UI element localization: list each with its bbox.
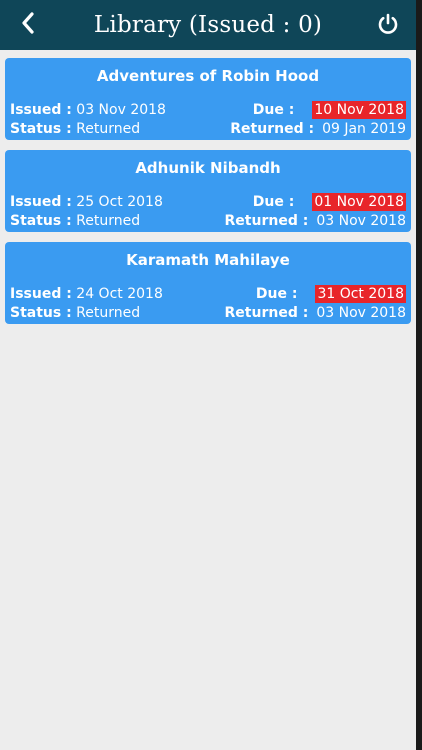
book-issue-row: Issued : 03 Nov 2018 Due : 10 Nov 2018 [10,100,406,119]
book-card[interactable]: Adventures of Robin Hood Issued : 03 Nov… [5,58,411,140]
book-status-row: Status : Returned Returned : 03 Nov 2018 [10,211,406,230]
logout-button[interactable] [376,12,400,36]
book-status-row: Status : Returned Returned : 03 Nov 2018 [10,303,406,322]
chevron-left-icon [22,12,34,34]
screen-edge [416,0,422,750]
issued-label: Issued : [10,193,72,210]
app-screen: Library (Issued : 0) Adventures of Robin… [0,0,416,750]
status-value: Returned [76,212,141,229]
returned-label: Returned : [224,212,309,229]
due-label: Due : [255,285,298,302]
returned-label: Returned : [224,304,309,321]
book-title: Adhunik Nibandh [135,159,281,177]
book-issue-row: Issued : 25 Oct 2018 Due : 01 Nov 2018 [10,192,406,211]
issued-date: 24 Oct 2018 [76,285,163,302]
due-date: 01 Nov 2018 [312,192,406,211]
top-bar: Library (Issued : 0) [0,0,416,50]
book-card[interactable]: Adhunik Nibandh Issued : 25 Oct 2018 Due… [5,150,411,232]
back-button[interactable] [14,9,42,37]
due-date: 31 Oct 2018 [315,284,406,303]
book-issue-row: Issued : 24 Oct 2018 Due : 31 Oct 2018 [10,284,406,303]
status-label: Status : [10,304,72,321]
book-title: Adventures of Robin Hood [96,67,320,85]
issued-date: 03 Nov 2018 [76,101,166,118]
issued-label: Issued : [10,101,72,118]
due-date: 10 Nov 2018 [312,100,406,119]
page-title: Library (Issued : 0) [93,12,323,38]
due-label: Due : [252,101,295,118]
issued-books-list: Adventures of Robin Hood Issued : 03 Nov… [0,50,416,324]
status-value: Returned [76,304,141,321]
returned-date: 09 Jan 2019 [322,120,406,137]
returned-label: Returned : [230,120,315,137]
book-card[interactable]: Karamath Mahilaye Issued : 24 Oct 2018 D… [5,242,411,324]
status-label: Status : [10,212,72,229]
issued-date: 25 Oct 2018 [76,193,163,210]
book-status-row: Status : Returned Returned : 09 Jan 2019 [10,119,406,138]
due-label: Due : [252,193,295,210]
issued-label: Issued : [10,285,72,302]
power-icon [378,13,398,34]
status-value: Returned [76,120,141,137]
returned-date: 03 Nov 2018 [316,304,406,321]
returned-date: 03 Nov 2018 [316,212,406,229]
book-title: Karamath Mahilaye [126,251,290,269]
status-label: Status : [10,120,72,137]
